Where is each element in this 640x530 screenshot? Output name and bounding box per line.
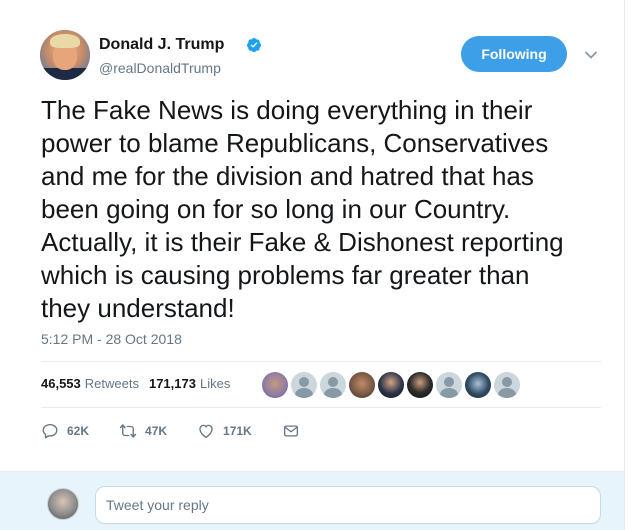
retweets-label[interactable]: Retweets [85,376,139,391]
liker-avatar[interactable] [349,372,375,398]
like-count: 171K [223,424,252,438]
likes-count[interactable]: 171,173 [149,376,196,391]
tweet-line: The Fake News is doing everything in the… [41,95,533,125]
retweet-count: 47K [145,424,168,438]
following-button[interactable]: Following [461,36,567,72]
liker-avatar[interactable] [291,372,317,398]
liker-avatar[interactable] [494,372,520,398]
right-rail [624,0,640,530]
author-handle[interactable]: @realDonaldTrump [99,60,221,76]
verified-badge-icon [247,38,261,53]
tweet-stats: 46,553 Retweets 171,173 Likes [41,376,230,391]
retweet-icon [119,424,137,438]
reply-icon [42,423,58,439]
tweet-line: power to blame Republicans, Conservative… [41,128,549,158]
author-avatar[interactable] [40,30,90,80]
current-user-avatar[interactable] [47,488,79,520]
envelope-icon [283,425,298,437]
tweet-line: they understand! [41,293,235,323]
liker-avatars [262,372,523,398]
reply-input[interactable] [95,486,601,524]
liker-avatar[interactable] [320,372,346,398]
likes-label[interactable]: Likes [200,376,230,391]
reply-count: 62K [67,424,90,438]
divider [41,361,601,362]
liker-avatar[interactable] [465,372,491,398]
liker-avatar[interactable] [378,372,404,398]
tweet-line: Actually, it is their Fake & Dishonest r… [41,227,564,257]
liker-avatar[interactable] [407,372,433,398]
tweet-text: The Fake News is doing everything in the… [41,94,611,325]
direct-message-action[interactable] [282,422,300,440]
divider [41,407,601,408]
liker-avatar[interactable] [262,372,288,398]
tweet-card: Donald J. Trump @realDonaldTrump Followi… [0,0,624,530]
tweet-line: which is causing problems far greater th… [41,260,530,290]
heart-icon [199,424,213,439]
tweet-line: been going on for so long in our Country… [41,194,511,224]
author-name[interactable]: Donald J. Trump [99,36,224,54]
retweets-count[interactable]: 46,553 [41,376,81,391]
retweet-action[interactable]: 47K [119,422,167,440]
tweet-timestamp[interactable]: 5:12 PM - 28 Oct 2018 [41,331,182,347]
like-action[interactable]: 171K [197,422,252,440]
chevron-down-icon[interactable] [583,47,599,63]
reply-action[interactable]: 62K [41,422,89,440]
tweet-actions: 62K 47K 171K [41,422,330,440]
liker-avatar[interactable] [436,372,462,398]
tweet-line: and me for the division and hatred that … [41,161,534,191]
